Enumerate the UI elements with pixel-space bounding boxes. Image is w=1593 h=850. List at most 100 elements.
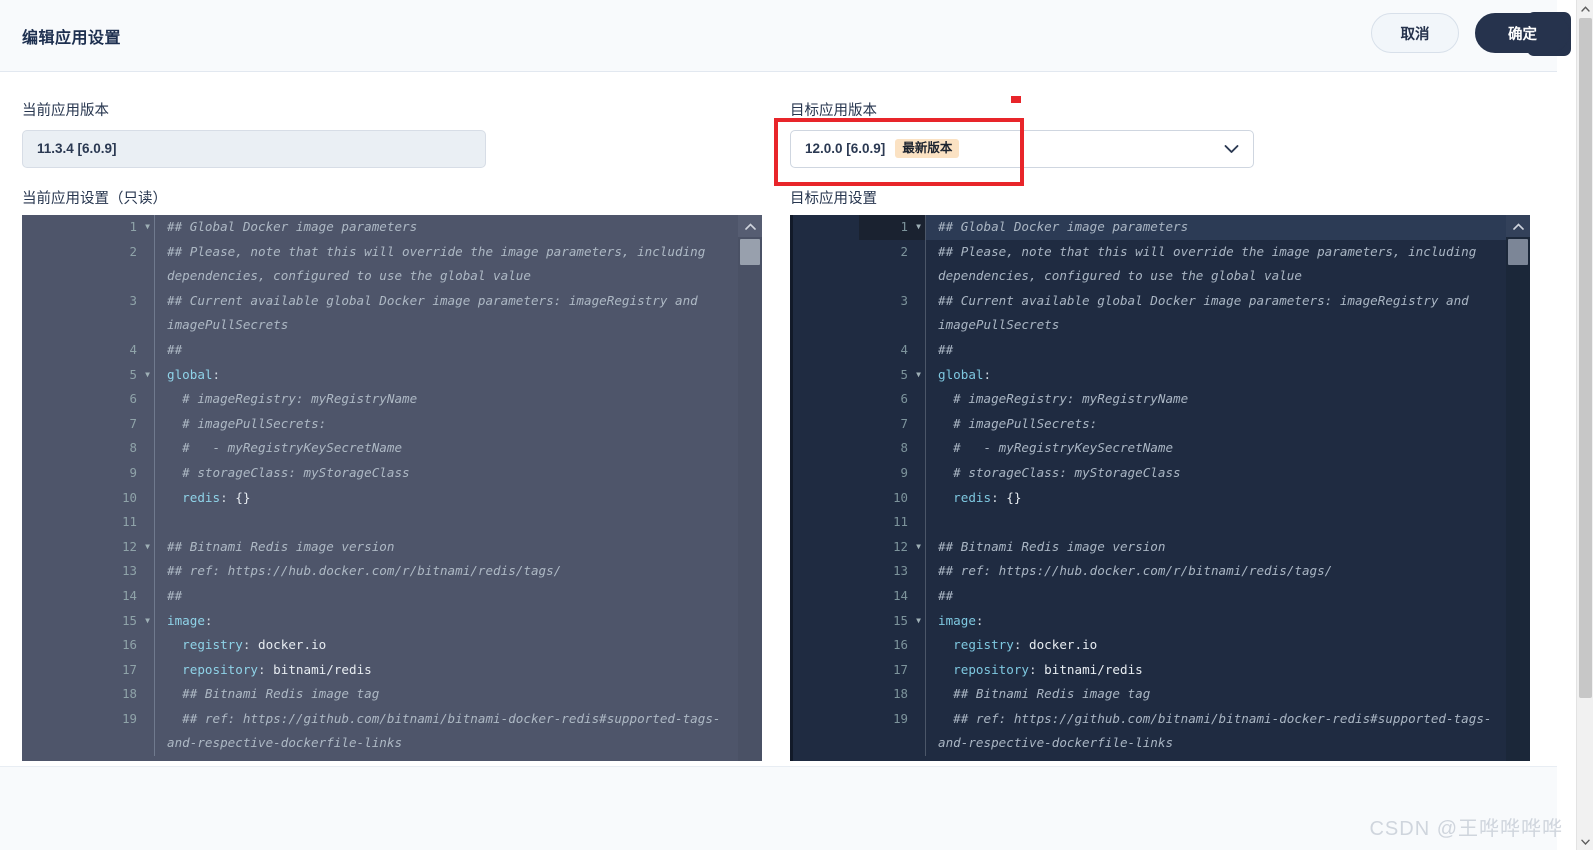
scroll-up-icon[interactable] <box>1506 215 1530 237</box>
scroll-up-icon[interactable] <box>1577 0 1593 17</box>
edit-app-settings-modal: 编辑应用设置 当前应用版本 11.3.4 [6.0.9] 当前应用设置（只读） … <box>0 0 1593 850</box>
code-row: 17 repository: bitnami/redis <box>88 657 738 683</box>
code-line: ## <box>925 583 1506 609</box>
line-number: 2 <box>129 243 137 259</box>
fold-toggle-icon[interactable]: ▼ <box>916 215 921 240</box>
code-line: ## <box>154 583 738 609</box>
code-token: registry <box>182 637 243 653</box>
code-line: redis: {} <box>925 485 1506 511</box>
code-line <box>925 510 1506 535</box>
code-token: ## Global Docker image parameters <box>938 219 1189 234</box>
code-token: ## <box>167 341 183 357</box>
code-area-right[interactable]: 1 ▼ ## Global Docker image parameters 2 ## P… <box>859 215 1506 761</box>
editor-scrollbar-left[interactable] <box>738 215 762 761</box>
line-number: 14 <box>893 587 908 603</box>
code-line: # imageRegistry: myRegistryName <box>925 387 1506 412</box>
code-row: 1 ▼ ## Global Docker image parameters <box>859 215 1506 240</box>
modal-body: 当前应用版本 11.3.4 [6.0.9] 当前应用设置（只读） 1 ▼ ## Gl… <box>0 72 1557 766</box>
code-row: 13 ## ref: https://hub.docker.com/r/bitna… <box>88 559 738 584</box>
code-line: ## Bitnami Redis image version <box>925 534 1506 560</box>
page-title: 编辑应用设置 <box>22 30 122 47</box>
line-number: 9 <box>900 464 908 480</box>
code-token: # storageClass: myStorageClass <box>167 464 410 480</box>
modal-header: 编辑应用设置 <box>0 0 1557 72</box>
line-number: 7 <box>129 415 137 431</box>
editor-scrollbar-right[interactable] <box>1506 215 1530 761</box>
code-row: 8 # - myRegistryKeySecretName <box>88 436 738 461</box>
scrollbar-thumb[interactable] <box>1508 239 1528 265</box>
line-number: 13 <box>122 563 137 579</box>
line-number: 3 <box>129 292 137 308</box>
code-token: bitnami/redis <box>1044 661 1143 677</box>
code-token: {} <box>1006 489 1022 505</box>
confirm-button[interactable]: 确定 <box>1475 13 1570 53</box>
page-scrollbar[interactable] <box>1576 0 1593 850</box>
scroll-down-icon[interactable] <box>1577 833 1593 850</box>
line-number: 18 <box>122 686 137 702</box>
code-token: bitnami/redis <box>273 661 372 677</box>
code-line: ## Bitnami Redis image tag <box>154 682 738 707</box>
code-token: : <box>991 489 1007 505</box>
code-line: global: <box>154 362 738 388</box>
scrollbar-thumb[interactable] <box>1579 18 1592 698</box>
code-token: # storageClass: myStorageClass <box>938 464 1181 480</box>
code-row: 16 registry: docker.io <box>88 633 738 658</box>
code-token: # imageRegistry: myRegistryName <box>938 391 1189 407</box>
code-row: 12 ▼ ## Bitnami Redis image version <box>859 534 1506 560</box>
code-row: 2 ## Please, note that this will override… <box>859 239 1506 289</box>
line-number: 5 ▼ <box>859 363 925 388</box>
line-number: 16 <box>122 637 137 653</box>
fold-toggle-icon[interactable]: ▼ <box>145 535 150 560</box>
code-row: 11 <box>88 510 738 535</box>
code-row: 19 ## ref: https://github.com/bitnami/bi… <box>88 706 738 757</box>
code-row: 4 ## <box>88 337 738 363</box>
target-version-select[interactable]: 12.0.0 [6.0.9] 最新版本 <box>790 129 1254 168</box>
fold-toggle-icon[interactable]: ▼ <box>145 215 150 240</box>
fold-toggle-icon[interactable]: ▼ <box>916 363 921 388</box>
code-row: 5 ▼ global: <box>859 362 1506 388</box>
scrollbar-thumb[interactable] <box>740 239 760 265</box>
line-number: 11 <box>893 514 908 530</box>
fold-toggle-icon[interactable]: ▼ <box>145 609 150 634</box>
code-row: 2 ## Please, note that this will override… <box>88 239 738 289</box>
line-number: 16 <box>893 637 908 653</box>
fold-toggle-icon[interactable]: ▼ <box>916 609 921 634</box>
code-row: 3 ## Current available global Docker imag… <box>859 288 1506 338</box>
code-row: 12 ▼ ## Bitnami Redis image version <box>88 534 738 560</box>
code-line: ## ref: https://hub.docker.com/r/bitnami… <box>925 559 1506 584</box>
fold-toggle-icon[interactable]: ▼ <box>145 363 150 388</box>
code-area-left: 1 ▼ ## Global Docker image parameters 2 ## P… <box>88 215 738 761</box>
code-token: ## Current available global Docker image… <box>167 292 706 333</box>
fold-toggle-icon[interactable]: ▼ <box>916 535 921 560</box>
target-version-value: 12.0.0 [6.0.9] <box>805 141 886 156</box>
code-line: ## Global Docker image parameters <box>154 215 738 240</box>
code-token: ## Global Docker image parameters <box>167 219 418 234</box>
code-line: ## <box>154 337 738 363</box>
code-line: ## Bitnami Redis image tag <box>925 682 1506 707</box>
current-version-value: 11.3.4 [6.0.9] <box>37 141 117 156</box>
code-token: # imageRegistry: myRegistryName <box>167 391 418 407</box>
editor-gutter-left <box>22 215 88 761</box>
code-token: {} <box>235 489 251 505</box>
code-token: ## ref: https://github.com/bitnami/bitna… <box>938 710 1492 751</box>
code-row: 15 ▼ image: <box>88 608 738 634</box>
code-token: ## Bitnami Redis image tag <box>938 686 1151 702</box>
chevron-down-icon[interactable] <box>1224 141 1239 156</box>
cancel-button[interactable]: 取消 <box>1371 13 1459 53</box>
line-number: 1 ▼ <box>88 215 154 240</box>
scroll-up-icon[interactable] <box>738 215 762 237</box>
line-number: 1 ▼ <box>859 215 925 240</box>
code-line: # - myRegistryKeySecretName <box>154 436 738 461</box>
code-token: redis <box>953 489 992 505</box>
target-settings-editor[interactable]: 1 ▼ ## Global Docker image parameters 2 ## P… <box>790 215 1530 761</box>
code-token: : <box>212 366 221 382</box>
code-row: 6 # imageRegistry: myRegistryName <box>88 387 738 412</box>
code-line: ## ref: https://hub.docker.com/r/bitnami… <box>154 559 738 584</box>
line-number: 19 <box>893 710 908 726</box>
code-token: ## Bitnami Redis image version <box>167 538 395 554</box>
code-token: ## <box>167 587 183 603</box>
